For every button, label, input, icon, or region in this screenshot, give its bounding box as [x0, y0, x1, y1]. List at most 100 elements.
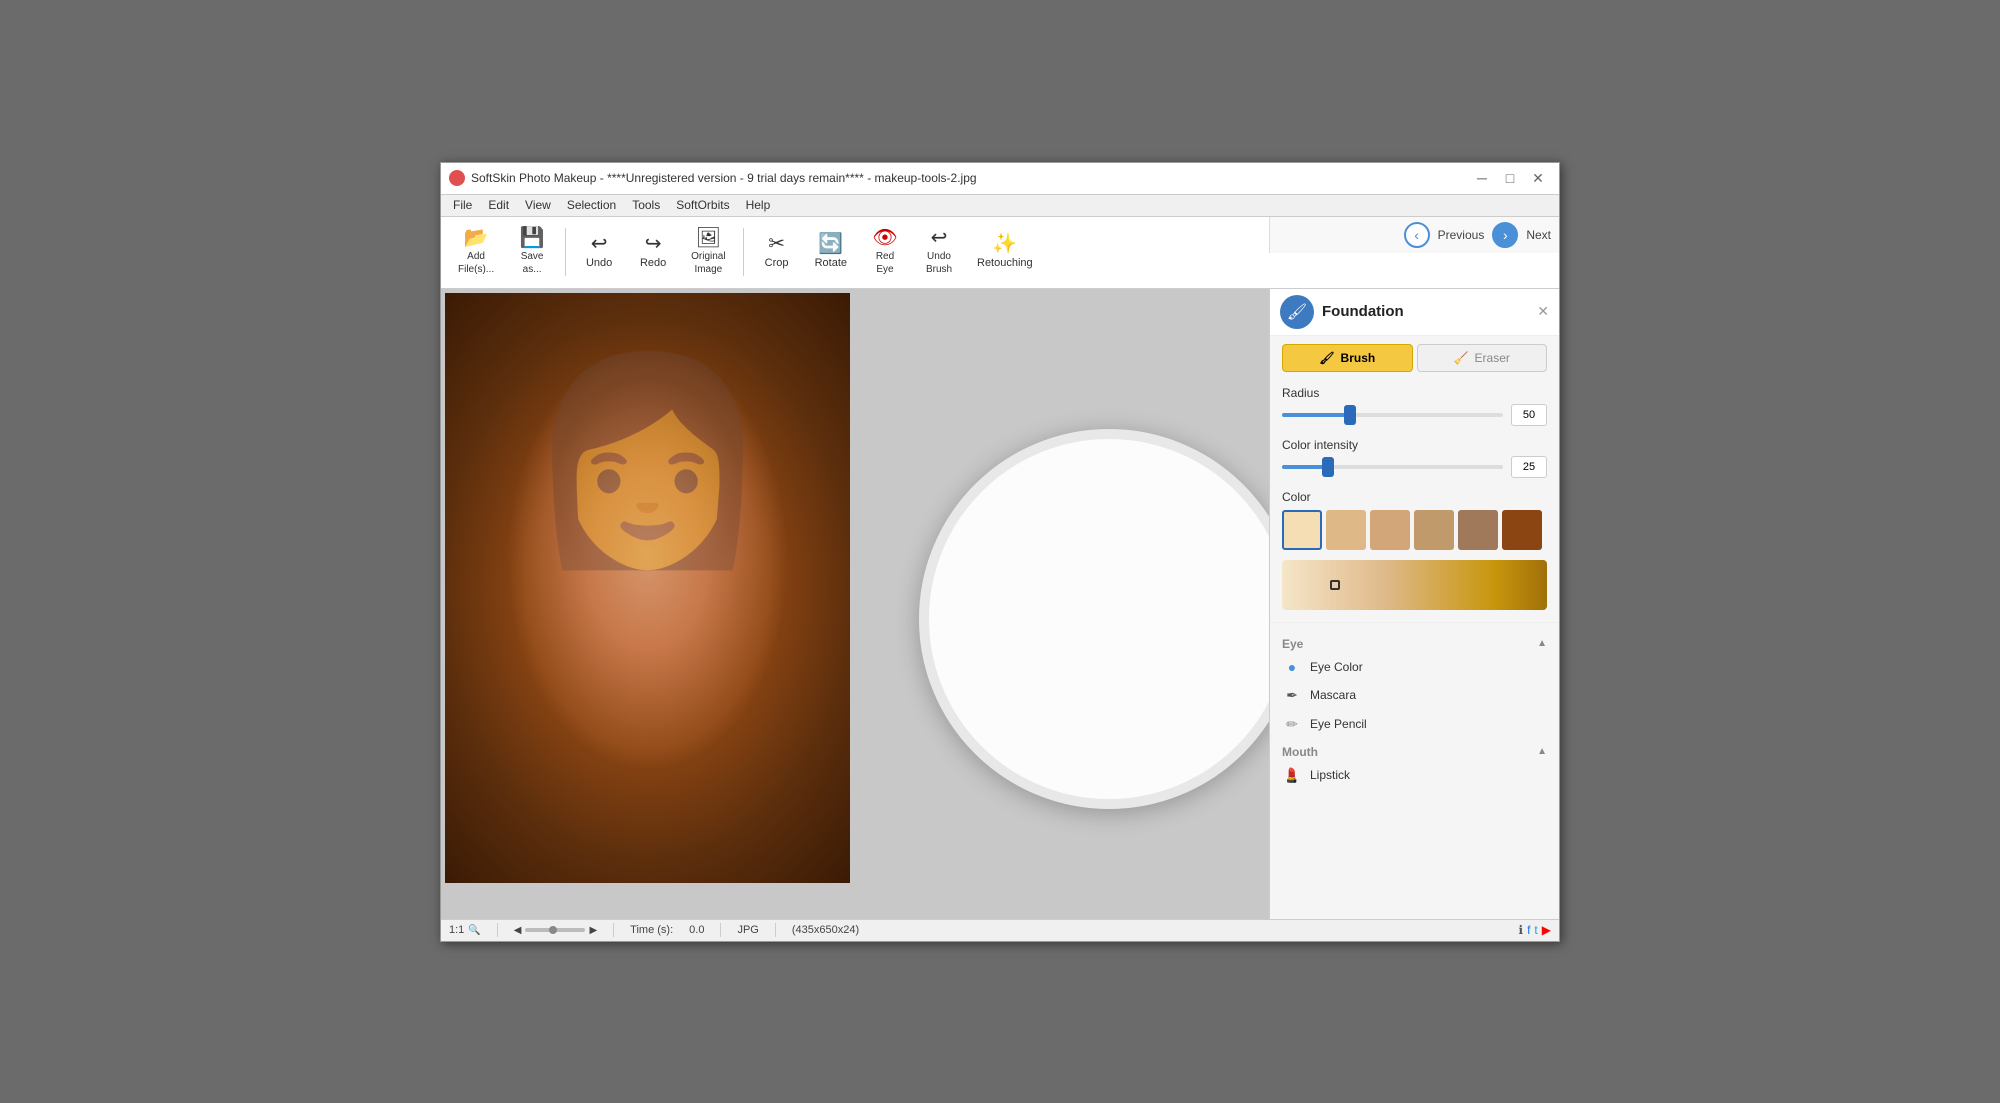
color-swatch-6[interactable]	[1502, 510, 1542, 550]
radius-slider-row: 50	[1282, 404, 1547, 426]
mascara-item[interactable]: ✒ Mascara	[1270, 681, 1559, 710]
radius-thumb[interactable]	[1344, 405, 1356, 425]
rotate-button[interactable]: 🔄 Rotate	[806, 222, 856, 282]
status-slider-track[interactable]	[525, 928, 585, 932]
side-list: Eye ▲ ● Eye Color ✒ Mascara ✏ Eye Pencil…	[1270, 631, 1559, 790]
eraser-button[interactable]: 🧹 Eraser	[1417, 344, 1548, 372]
add-files-icon: 📂	[464, 228, 489, 248]
eye-pencil-icon: ✏	[1282, 716, 1302, 733]
menu-edit[interactable]: Edit	[480, 196, 517, 214]
red-eye-icon: 👁	[872, 228, 897, 248]
red-eye-button[interactable]: 👁 Red Eye	[860, 222, 910, 282]
color-section: Color	[1270, 484, 1559, 556]
app-icon	[449, 170, 465, 186]
menu-selection[interactable]: Selection	[559, 196, 624, 214]
menu-softorbits[interactable]: SoftOrbits	[668, 196, 737, 214]
twitter-icon[interactable]: t	[1534, 923, 1537, 937]
crop-button[interactable]: ✂ Crop	[752, 222, 802, 282]
color-swatch-2[interactable]	[1326, 510, 1366, 550]
save-as-icon: 💾	[520, 228, 545, 248]
minimize-button[interactable]: ─	[1469, 165, 1495, 191]
previous-label[interactable]: Previous	[1438, 228, 1485, 242]
mascara-label: Mascara	[1310, 688, 1356, 702]
eye-section-arrow: ▲	[1537, 638, 1547, 649]
menu-help[interactable]: Help	[738, 196, 779, 214]
color-label: Color	[1282, 490, 1547, 504]
toolbar-separator-2	[743, 228, 744, 276]
retouching-label: Retouching	[977, 256, 1033, 270]
radius-value[interactable]: 50	[1511, 404, 1547, 426]
color-intensity-value[interactable]: 25	[1511, 456, 1547, 478]
redo-icon: ↪	[645, 234, 662, 254]
eye-color-icon: ●	[1282, 659, 1302, 675]
lipstick-item[interactable]: 💄 Lipstick	[1270, 761, 1559, 790]
add-files-button[interactable]: 📂 Add File(s)...	[449, 222, 503, 282]
zoom-value: 1:1	[449, 924, 464, 936]
mouth-section-label: Mouth	[1282, 745, 1318, 759]
info-icon[interactable]: ℹ	[1519, 923, 1524, 937]
status-slider-thumb	[549, 926, 557, 934]
save-as-button[interactable]: 💾 Save as...	[507, 222, 557, 282]
color-swatch-4[interactable]	[1414, 510, 1454, 550]
next-label[interactable]: Next	[1526, 228, 1551, 242]
color-intensity-thumb[interactable]	[1322, 457, 1334, 477]
color-intensity-label: Color intensity	[1282, 438, 1547, 452]
menu-view[interactable]: View	[517, 196, 559, 214]
gradient-cursor	[1330, 580, 1340, 590]
mascara-icon: ✒	[1282, 687, 1302, 704]
next-nav-button[interactable]: ›	[1492, 222, 1518, 248]
previous-nav-button[interactable]: ‹	[1404, 222, 1430, 248]
retouching-button[interactable]: ✨ Retouching	[968, 222, 1042, 282]
youtube-icon[interactable]: ▶	[1542, 923, 1551, 937]
panel-header: 🖌 Foundation ✕	[1270, 289, 1559, 336]
dimensions-value: (435x650x24)	[792, 924, 859, 936]
radius-track	[1282, 413, 1503, 417]
foundation-circle-overlay	[919, 429, 1269, 809]
undo-brush-button[interactable]: ↩ Undo Brush	[914, 222, 964, 282]
status-slider: ◀ ▶	[514, 925, 597, 936]
radius-fill	[1282, 413, 1348, 417]
brush-button[interactable]: 🖌 Brush	[1282, 344, 1413, 372]
main-window: SoftSkin Photo Makeup - ****Unregistered…	[440, 162, 1560, 942]
photo-svg	[445, 293, 850, 883]
color-intensity-track	[1282, 465, 1503, 469]
color-swatch-1[interactable]	[1282, 510, 1322, 550]
status-bar: 1:1 🔍 ◀ ▶ Time (s): 0.0 JPG (435x650x24)…	[441, 919, 1559, 941]
status-icons: ℹ f t ▶	[1519, 923, 1551, 937]
lipstick-icon: 💄	[1282, 767, 1302, 784]
zoom-control: 1:1 🔍	[449, 924, 481, 936]
original-image-label: Original Image	[691, 250, 725, 276]
color-intensity-section: Color intensity 25	[1270, 432, 1559, 484]
eye-color-item[interactable]: ● Eye Color	[1270, 653, 1559, 681]
eye-pencil-label: Eye Pencil	[1310, 717, 1367, 731]
color-gradient-picker[interactable]	[1282, 560, 1547, 610]
color-swatches	[1282, 510, 1547, 550]
menu-tools[interactable]: Tools	[624, 196, 668, 214]
photo-image	[445, 293, 850, 883]
facebook-icon[interactable]: f	[1527, 923, 1530, 937]
redo-button[interactable]: ↪ Redo	[628, 222, 678, 282]
right-panel: 🖌 Foundation ✕ 🖌 Brush 🧹 Eraser Radius	[1269, 289, 1559, 919]
maximize-button[interactable]: □	[1497, 165, 1523, 191]
mouth-section-header: Mouth ▲	[1270, 739, 1559, 761]
lipstick-label: Lipstick	[1310, 768, 1350, 782]
close-button[interactable]: ✕	[1525, 165, 1551, 191]
original-image-button[interactable]: 🖼 Original Image	[682, 222, 734, 282]
window-title: SoftSkin Photo Makeup - ****Unregistered…	[471, 171, 1469, 185]
panel-close-button[interactable]: ✕	[1537, 303, 1549, 320]
color-swatch-3[interactable]	[1370, 510, 1410, 550]
color-swatch-5[interactable]	[1458, 510, 1498, 550]
zoom-icon: 🔍	[468, 925, 480, 936]
title-bar: SoftSkin Photo Makeup - ****Unregistered…	[441, 163, 1559, 195]
undo-icon: ↩	[591, 234, 608, 254]
status-sep-4	[775, 923, 776, 937]
eye-color-label: Eye Color	[1310, 660, 1363, 674]
menu-file[interactable]: File	[445, 196, 480, 214]
undo-button[interactable]: ↩ Undo	[574, 222, 624, 282]
eye-section-label: Eye	[1282, 637, 1303, 651]
eye-pencil-item[interactable]: ✏ Eye Pencil	[1270, 710, 1559, 739]
status-sep-3	[720, 923, 721, 937]
status-sep-2	[613, 923, 614, 937]
undo-brush-icon: ↩	[931, 228, 948, 248]
undo-brush-label: Undo Brush	[926, 250, 952, 276]
